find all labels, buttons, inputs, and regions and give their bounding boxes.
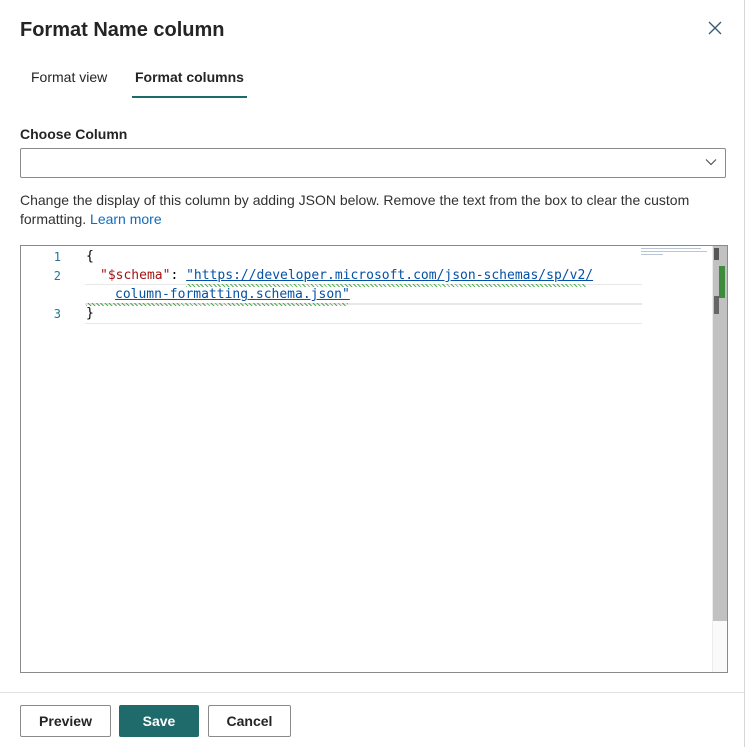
cancel-button[interactable]: Cancel [208,705,291,737]
json-schema-url-wrap[interactable]: column-formatting.schema.json" [115,287,350,302]
json-editor[interactable]: 1 2 3 { "$schema": "https://developer.mi… [20,245,728,673]
editor-minimap[interactable] [641,248,711,258]
format-description: Change the display of this column by add… [20,191,720,229]
close-button[interactable] [704,17,726,39]
close-icon [708,21,722,35]
json-schema-url[interactable]: "https://developer.microsoft.com/json-sc… [186,268,593,283]
code-open-brace: { [86,249,94,264]
code-line-2: "$schema": "https://developer.microsoft.… [100,268,593,283]
choose-column-label: Choose Column [20,126,128,142]
chevron-down-icon [705,159,717,166]
json-key: "$schema" [100,268,171,283]
preview-button[interactable]: Preview [20,705,111,737]
line-number: 1 [53,250,61,264]
line-number: 2 [53,269,61,283]
footer-divider [0,692,744,693]
tab-format-columns[interactable]: Format columns [132,60,247,98]
json-colon: : [170,268,187,283]
scrollbar-marker [714,248,719,260]
current-line-highlight-2 [85,304,642,324]
panel-title: Format Name column [20,19,225,41]
save-button[interactable]: Save [119,705,199,737]
editor-scrollbar[interactable] [712,246,727,672]
choose-column-dropdown[interactable] [20,148,726,178]
scrollbar-marker [714,296,719,314]
format-column-panel: Format Name column Format view Format co… [0,0,745,747]
warning-squiggle [186,284,586,287]
tab-format-view[interactable]: Format view [31,60,107,98]
learn-more-link[interactable]: Learn more [90,211,162,227]
warning-squiggle [86,303,348,306]
code-close-brace: } [86,306,94,321]
line-number: 3 [53,307,61,321]
scrollbar-warning-marker [719,266,725,298]
